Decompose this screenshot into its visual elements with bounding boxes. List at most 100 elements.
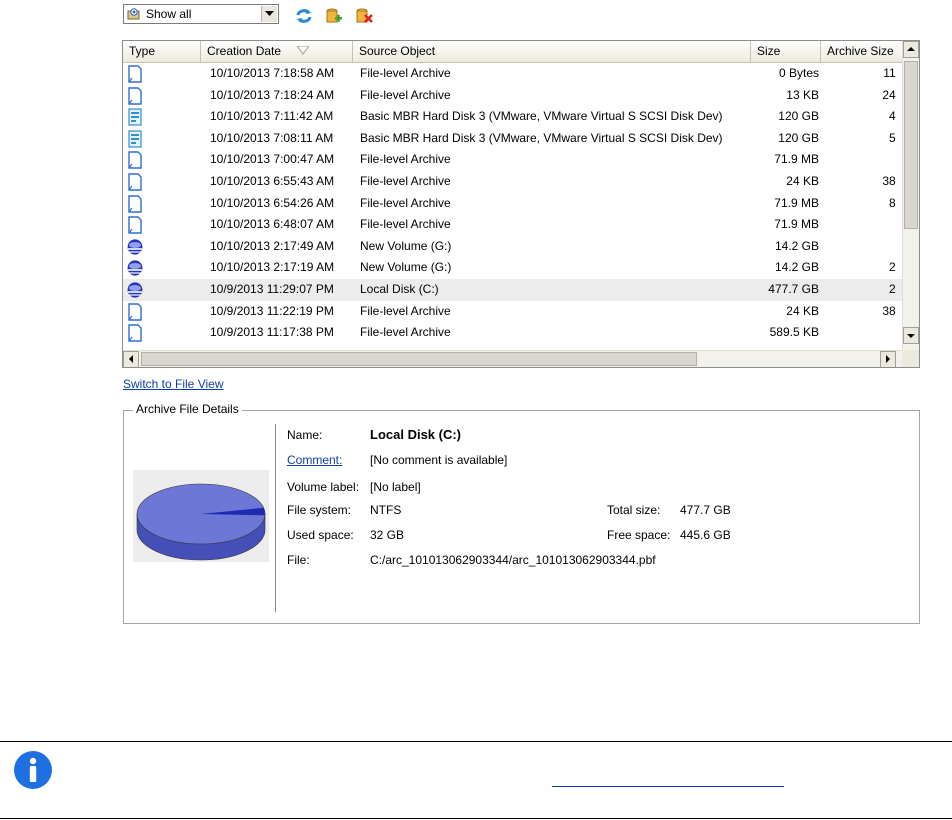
used-space-label: Used space: — [287, 528, 354, 542]
column-type[interactable]: Type — [123, 41, 201, 62]
used-space-value: 32 GB — [370, 528, 405, 542]
table-row[interactable]: 10/9/2013 11:17:38 PM File-level Archive 5… — [123, 322, 903, 344]
table-row[interactable]: 10/10/2013 6:48:07 AM File-level Archive 7… — [123, 214, 903, 236]
scroll-corner — [902, 350, 919, 367]
filter-dropdown[interactable]: Show all — [123, 4, 279, 24]
details-group-title: Archive File Details — [133, 402, 242, 416]
chevron-down-icon[interactable] — [261, 6, 277, 22]
creation-date-cell: 10/10/2013 7:08:11 AM — [210, 130, 334, 145]
view-filter-icon — [127, 8, 140, 20]
table-row[interactable]: 10/10/2013 2:17:49 AM New Volume (G:) 14.2… — [123, 236, 903, 258]
creation-date-cell: 10/10/2013 7:00:47 AM — [210, 152, 335, 167]
source-object-cell: File-level Archive — [360, 87, 451, 102]
size-cell: 24 KB — [786, 174, 819, 188]
switch-to-file-view-link[interactable]: Switch to File View — [123, 377, 223, 391]
vertical-scroll-thumb[interactable] — [904, 61, 918, 229]
size-cell: 120 GB — [778, 130, 819, 145]
table-row[interactable]: 10/10/2013 6:55:43 AM File-level Archive 2… — [123, 171, 903, 193]
size-cell: 71.9 MB — [774, 217, 819, 232]
size-cell: 71.9 MB — [774, 152, 819, 167]
volume-icon — [127, 259, 143, 277]
file-icon — [127, 86, 143, 105]
source-object-cell: Basic MBR Hard Disk 3 (VMware, VMware Vi… — [360, 130, 723, 145]
archive-list[interactable]: Type Creation Date Source Object Size Ar… — [122, 40, 920, 368]
table-row[interactable]: 10/10/2013 7:18:24 AM File-level Archive 1… — [123, 85, 903, 107]
comment-link[interactable]: Comment: — [287, 453, 342, 467]
horizontal-scroll-thumb[interactable] — [141, 352, 697, 366]
scroll-up-button[interactable] — [903, 41, 919, 58]
size-cell: 0 Bytes — [778, 66, 819, 80]
scroll-right-button[interactable] — [880, 351, 896, 367]
arrow-up-icon — [907, 47, 915, 51]
delete-archive-icon[interactable] — [355, 7, 373, 25]
archive-size-cell — [825, 149, 899, 170]
archive-size-cell — [825, 236, 899, 257]
source-object-cell: New Volume (G:) — [360, 260, 452, 275]
size-cell: 589.5 KB — [769, 325, 819, 340]
file-label: File: — [287, 553, 310, 567]
size-cell: 14.2 GB — [774, 260, 819, 275]
file-icon — [127, 302, 143, 321]
table-row[interactable]: 10/10/2013 2:17:19 AM New Volume (G:) 14.2… — [123, 257, 903, 279]
free-space-value: 445.6 GB — [680, 528, 731, 542]
name-value: Local Disk (C:) — [370, 427, 462, 442]
table-row[interactable]: 10/9/2013 11:29:07 PM Local Disk (C:) 477.… — [123, 279, 903, 301]
archive-size-cell: 11 — [883, 66, 899, 80]
creation-date-cell: 10/9/2013 11:17:38 PM — [210, 325, 334, 340]
archive-size-cell: 8 — [888, 195, 899, 210]
filter-value: Show all — [146, 7, 192, 21]
source-object-cell: File-level Archive — [360, 66, 451, 80]
refresh-icon[interactable] — [295, 7, 313, 25]
archive-size-cell: 24 — [882, 87, 899, 102]
file-icon — [127, 216, 143, 234]
source-object-cell: Local Disk (C:) — [360, 282, 439, 296]
archive-size-cell — [825, 214, 899, 235]
source-object-cell: File-level Archive — [360, 174, 451, 188]
total-size-label: Total size: — [607, 503, 661, 517]
archive-size-cell: 38 — [882, 174, 899, 188]
scroll-left-button[interactable] — [123, 351, 139, 367]
creation-date-cell: 10/10/2013 2:17:49 AM — [210, 238, 335, 253]
table-row[interactable]: 10/10/2013 7:00:47 AM File-level Archive 7… — [123, 149, 903, 171]
volume-label-label: Volume label: — [287, 480, 360, 494]
creation-date-cell: 10/9/2013 11:29:07 PM — [210, 282, 334, 296]
size-cell: 14.2 GB — [774, 238, 819, 253]
creation-date-cell: 10/10/2013 6:54:26 AM — [210, 195, 335, 210]
volume-icon — [127, 238, 143, 256]
arrow-down-icon — [907, 334, 915, 338]
info-icon — [14, 751, 52, 789]
table-row[interactable]: 10/9/2013 11:22:19 PM File-level Archive 2… — [123, 301, 903, 323]
table-row[interactable]: 10/10/2013 6:54:26 AM File-level Archive 7… — [123, 193, 903, 215]
file-system-value: NTFS — [370, 503, 402, 517]
note-top-rule — [0, 741, 952, 742]
free-space-label: Free space: — [607, 528, 671, 542]
table-row[interactable]: 10/10/2013 7:18:58 AM File-level Archive 0… — [123, 63, 903, 85]
disk-file-icon — [127, 108, 143, 126]
table-row[interactable]: 10/10/2013 7:08:11 AM Basic MBR Hard Disk… — [123, 128, 903, 150]
arrow-left-icon — [129, 355, 133, 363]
list-header: Type Creation Date Source Object Size Ar… — [123, 41, 903, 63]
file-icon — [127, 194, 143, 213]
comment-value: [No comment is available] — [370, 453, 508, 467]
vertical-scrollbar[interactable] — [902, 41, 919, 351]
add-archive-icon[interactable] — [325, 7, 343, 25]
file-path-value: C:/arc_101013062903344/arc_1010130629033… — [370, 553, 656, 567]
creation-date-cell: 10/9/2013 11:22:19 PM — [210, 303, 334, 318]
column-archive-size[interactable]: Archive Size — [821, 41, 903, 62]
note-link-underline[interactable] — [552, 786, 784, 787]
source-object-cell: File-level Archive — [360, 217, 451, 232]
scroll-down-button[interactable] — [903, 327, 919, 344]
column-creation-date[interactable]: Creation Date — [201, 41, 353, 62]
table-row[interactable]: 10/10/2013 7:11:42 AM Basic MBR Hard Disk… — [123, 106, 903, 128]
volume-icon — [127, 281, 143, 299]
details-separator — [275, 424, 276, 612]
column-size[interactable]: Size — [751, 41, 821, 62]
sort-descending-icon — [297, 46, 309, 55]
size-cell: 120 GB — [778, 109, 819, 124]
total-size-value: 477.7 GB — [680, 503, 731, 517]
source-object-cell: File-level Archive — [360, 152, 451, 167]
disk-usage-pie-chart — [133, 470, 269, 562]
column-source-object[interactable]: Source Object — [353, 41, 751, 62]
horizontal-scrollbar[interactable] — [123, 350, 903, 367]
file-system-label: File system: — [287, 503, 352, 517]
